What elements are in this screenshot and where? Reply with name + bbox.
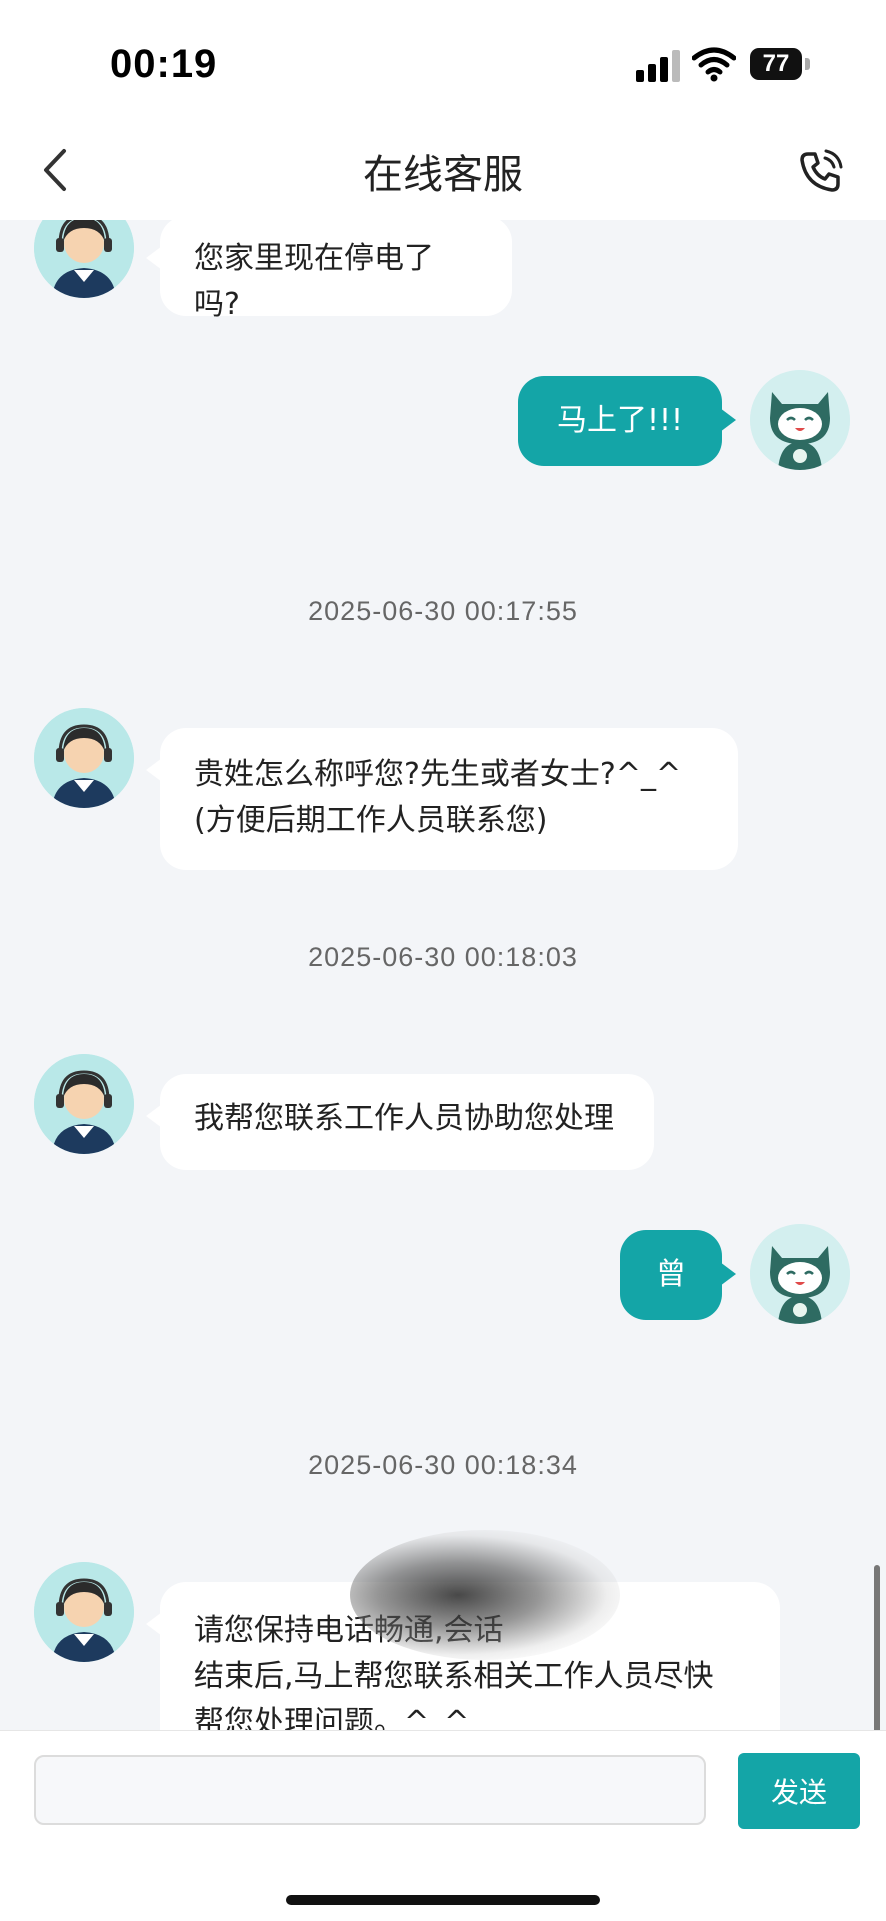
user-avatar [750,1224,850,1324]
agent-message: 贵姓怎么称呼您?先生或者女士?^_^ (方便后期工作人员联系您) [146,728,738,870]
agent-avatar [34,220,134,298]
agent-avatar [34,1562,134,1662]
message-timestamp: 2025-06-30 00:18:34 [308,1450,578,1480]
message-line: 帮您处理问题。^_^ [194,1705,470,1730]
battery-tip [805,58,810,70]
phone-call-icon[interactable] [798,148,844,194]
battery-icon: 77 [750,48,802,80]
agent-avatar [34,1054,134,1154]
agent-message: 我帮您联系工作人员协助您处理 [146,1074,654,1170]
composer-bar: 发送 [0,1730,886,1921]
user-avatar [750,370,850,470]
page-title: 在线客服 [363,152,523,198]
user-message: 曾 [620,1230,736,1320]
message-line: (方便后期工作人员联系您) [194,803,548,838]
agent-message: 您家里现在停电了吗? [146,220,512,322]
cellular-signal-icon [636,50,680,82]
scrollbar[interactable] [874,1565,880,1730]
redaction-blur [350,1530,620,1660]
message-timestamp: 2025-06-30 00:17:55 [308,596,578,626]
wifi-icon [692,47,736,82]
user-message: 马上了!!! [518,376,736,466]
message-line: 贵姓怎么称呼您?先生或者女士?^_^ [194,757,682,792]
send-button[interactable]: 发送 [738,1753,860,1829]
message-line: 结束后,马上帮您联系相关工作人员尽快 [194,1659,714,1694]
status-time: 00:19 [110,42,218,86]
home-indicator [286,1895,600,1905]
agent-avatar [34,708,134,808]
message-timestamp: 2025-06-30 00:18:03 [308,942,578,972]
chat-message-list[interactable]: 您家里现在停电了吗? 马上了!!! 2025-06-30 00:17:55 贵姓… [0,220,886,1730]
message-input[interactable] [34,1755,706,1825]
top-bar: 00:19 77 在线客服 [0,0,886,220]
